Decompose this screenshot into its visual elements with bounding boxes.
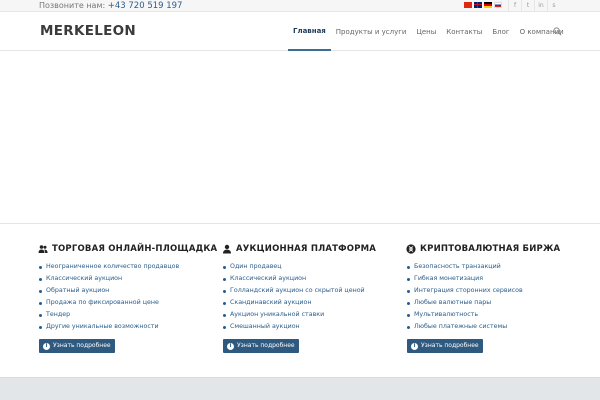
skype-icon[interactable]: s: [547, 0, 560, 12]
feature-list: Неограниченное количество продавцов Клас…: [38, 261, 218, 333]
nav-item-products[interactable]: Продукты и услуги: [331, 13, 412, 51]
column-title: АУКЦИОННАЯ ПЛАТФОРМА: [222, 244, 402, 254]
info-icon: i: [227, 342, 234, 350]
nav-item-contacts[interactable]: Контакты: [441, 13, 487, 51]
users-icon: [38, 245, 48, 253]
list-item[interactable]: Любые валютные пары: [406, 297, 586, 309]
hero-area: [0, 52, 600, 224]
learn-more-button-crypto[interactable]: i Узнать подробнее: [407, 339, 483, 353]
feature-column-crypto: КРИПТОВАЛЮТНАЯ БИРЖА Безопасность транза…: [406, 244, 586, 333]
feature-list: Безопасность транзакций Гибкая монетизац…: [406, 261, 586, 333]
list-item[interactable]: Мультивалютность: [406, 309, 586, 321]
social-links: f t in s: [508, 0, 560, 12]
main-nav: Главная Продукты и услуги Цены Контакты …: [288, 13, 569, 51]
nav-item-prices[interactable]: Цены: [411, 13, 441, 51]
column-title-text: ТОРГОВАЯ ОНЛАЙН-ПЛОЩАДКА: [52, 244, 218, 254]
search-icon[interactable]: [553, 27, 562, 36]
learn-more-button-auction[interactable]: i Узнать подробнее: [223, 339, 299, 353]
germany-flag-icon[interactable]: [484, 2, 492, 8]
column-title-text: АУКЦИОННАЯ ПЛАТФОРМА: [236, 244, 377, 254]
list-item[interactable]: Другие уникальные возможности: [38, 321, 218, 333]
site-logo[interactable]: MERKELEON: [40, 23, 136, 39]
column-title: ТОРГОВАЯ ОНЛАЙН-ПЛОЩАДКА: [38, 244, 218, 254]
list-item[interactable]: Классический аукцион: [222, 273, 402, 285]
list-item[interactable]: Продажа по фиксированной цене: [38, 297, 218, 309]
facebook-icon[interactable]: f: [508, 0, 521, 12]
language-switcher: [464, 2, 502, 8]
feature-column-marketplace: ТОРГОВАЯ ОНЛАЙН-ПЛОЩАДКА Неограниченное …: [38, 244, 218, 333]
info-icon: i: [411, 342, 418, 350]
china-flag-icon[interactable]: [464, 2, 472, 8]
nav-item-blog[interactable]: Блог: [487, 13, 514, 51]
button-label: Узнать подробнее: [237, 342, 295, 349]
feature-column-auction: АУКЦИОННАЯ ПЛАТФОРМА Один продавец Класс…: [222, 244, 402, 333]
top-bar: Позвоните нам: +43 720 519 197 f t in s: [0, 0, 600, 12]
list-item[interactable]: Смешанный аукцион: [222, 321, 402, 333]
footer-strip: [0, 377, 600, 400]
linkedin-icon[interactable]: in: [534, 0, 547, 12]
uk-flag-icon[interactable]: [474, 2, 482, 8]
column-title-text: КРИПТОВАЛЮТНАЯ БИРЖА: [420, 244, 561, 254]
list-item[interactable]: Один продавец: [222, 261, 402, 273]
phone-info: Позвоните нам: +43 720 519 197: [39, 0, 182, 12]
info-icon: i: [43, 342, 50, 350]
learn-more-button-marketplace[interactable]: i Узнать подробнее: [39, 339, 115, 353]
list-item[interactable]: Аукцион уникальной ставки: [222, 309, 402, 321]
list-item[interactable]: Голландский аукцион со скрытой ценой: [222, 285, 402, 297]
twitter-icon[interactable]: t: [521, 0, 534, 12]
russia-flag-icon[interactable]: [494, 2, 502, 8]
phone-label: Позвоните нам:: [39, 1, 106, 10]
site-header: MERKELEON Главная Продукты и услуги Цены…: [0, 13, 600, 51]
list-item[interactable]: Неограниченное количество продавцов: [38, 261, 218, 273]
list-item[interactable]: Любые платежные системы: [406, 321, 586, 333]
button-label: Узнать подробнее: [421, 342, 479, 349]
list-item[interactable]: Классический аукцион: [38, 273, 218, 285]
list-item[interactable]: Безопасность транзакций: [406, 261, 586, 273]
list-item[interactable]: Интеграция сторонних сервисов: [406, 285, 586, 297]
bitcoin-icon: [406, 244, 416, 254]
list-item[interactable]: Гибкая монетизация: [406, 273, 586, 285]
column-title: КРИПТОВАЛЮТНАЯ БИРЖА: [406, 244, 586, 254]
feature-list: Один продавец Классический аукцион Голла…: [222, 261, 402, 333]
list-item[interactable]: Скандинавский аукцион: [222, 297, 402, 309]
list-item[interactable]: Тендер: [38, 309, 218, 321]
list-item[interactable]: Обратный аукцион: [38, 285, 218, 297]
button-label: Узнать подробнее: [53, 342, 111, 349]
phone-number[interactable]: +43 720 519 197: [108, 1, 183, 11]
user-icon: [223, 244, 231, 254]
nav-item-home[interactable]: Главная: [288, 13, 331, 51]
